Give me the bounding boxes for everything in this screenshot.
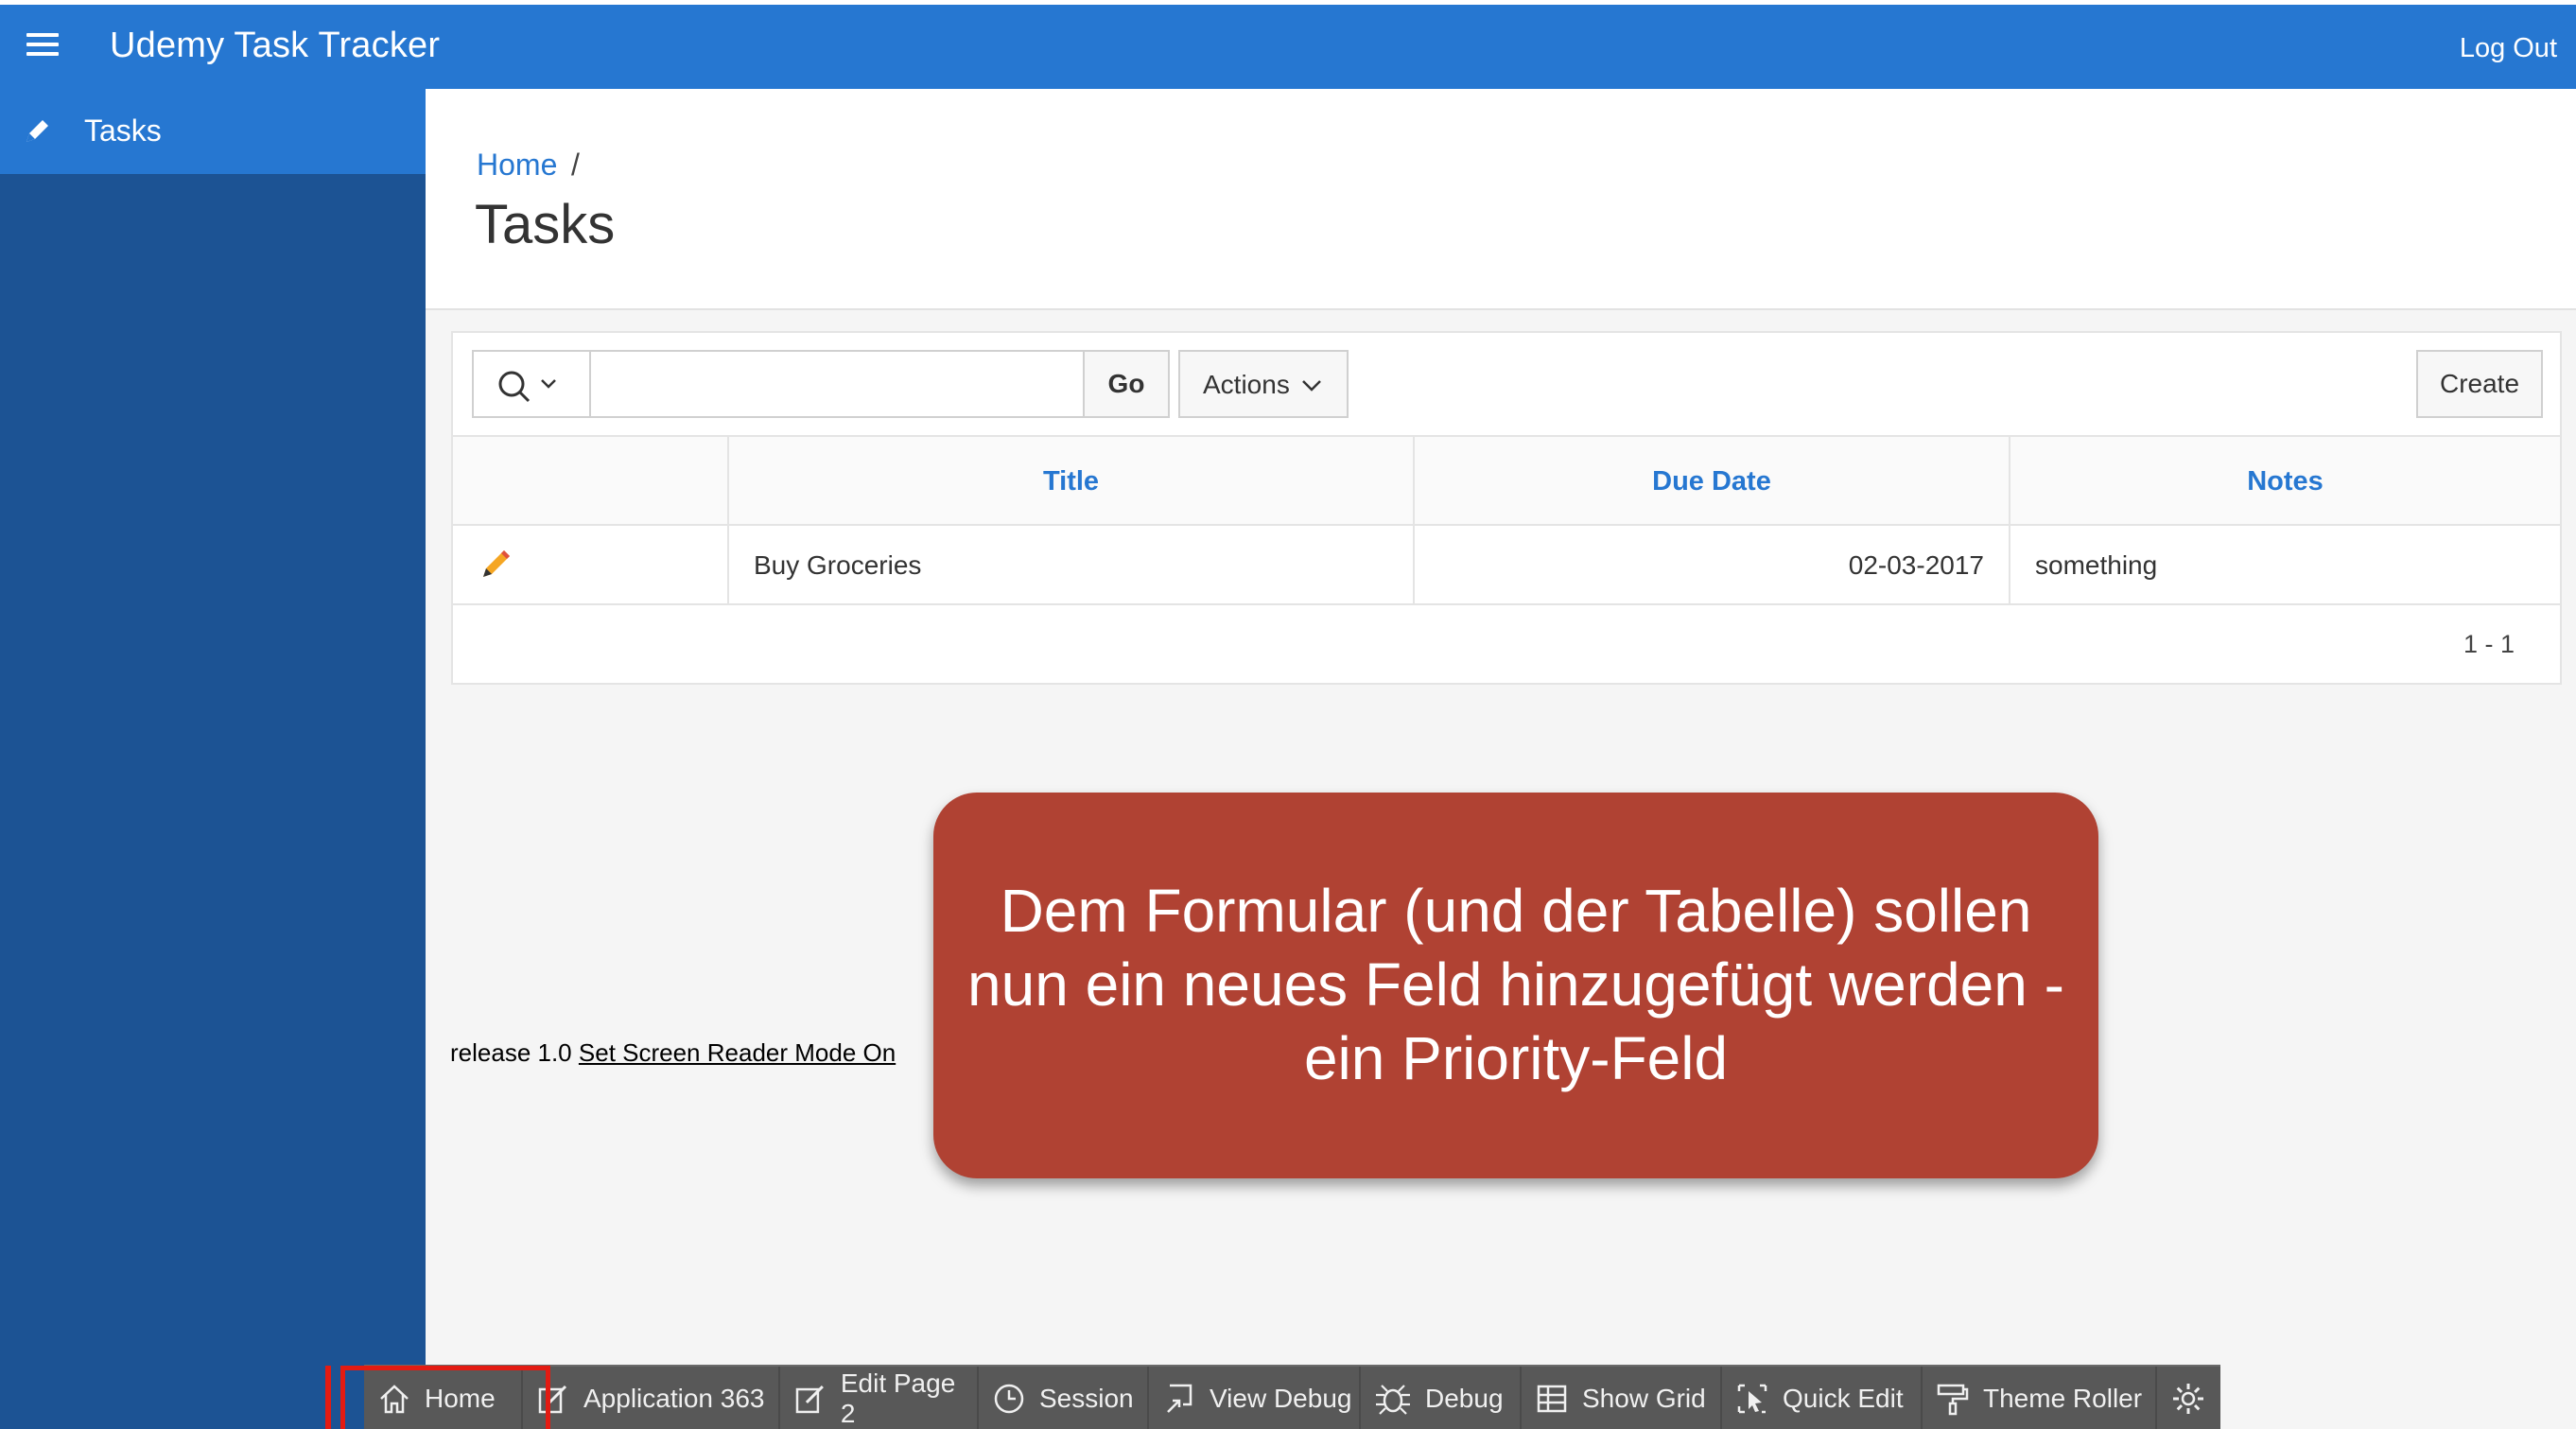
clock-icon (994, 1384, 1024, 1414)
grid-icon (1537, 1385, 1567, 1413)
column-header-due-date[interactable]: Due Date (1413, 437, 2009, 526)
app-header: Udemy Task Tracker Log Out (0, 0, 2576, 89)
pencil-icon (26, 120, 48, 142)
devbar-label: Theme Roller (1983, 1384, 2143, 1413)
devbar-quick-edit[interactable]: Quick Edit (1722, 1367, 1923, 1429)
devbar-settings[interactable] (2157, 1367, 2220, 1429)
devbar-edit-page[interactable]: Edit Page 2 (780, 1367, 979, 1429)
app-title[interactable]: Udemy Task Tracker (110, 26, 440, 66)
chevron-down-icon (1302, 380, 1321, 392)
paint-roller-icon (1937, 1384, 1969, 1416)
breadcrumb-separator: / (571, 148, 580, 182)
search-input[interactable] (589, 350, 1085, 418)
devbar-label: Debug (1425, 1384, 1504, 1413)
callout-line: nun ein neues Feld hinzugefügt werden - (967, 950, 2064, 1019)
gear-icon (2173, 1384, 2203, 1414)
devbar-show-grid[interactable]: Show Grid (1522, 1367, 1722, 1429)
annotation-highlight-bar (325, 1366, 331, 1429)
page-title: Tasks (475, 194, 616, 255)
edit-cell (453, 526, 727, 605)
search-column-button[interactable] (472, 350, 589, 418)
release-text: release 1.0 (450, 1038, 572, 1067)
pagination-info: 1 - 1 (2463, 630, 2515, 658)
devbar-session[interactable]: Session (979, 1367, 1149, 1429)
sidebar: Tasks (0, 89, 426, 1429)
table-header: Title Due Date Notes (453, 437, 2560, 526)
devbar-debug[interactable]: Debug (1361, 1367, 1522, 1429)
page-header: Home / Tasks (426, 89, 2576, 310)
search-icon (498, 371, 556, 403)
devbar-label: View Debug (1210, 1384, 1352, 1413)
create-button[interactable]: Create (2416, 350, 2543, 418)
callout-line: ein Priority-Feld (1303, 1024, 1729, 1092)
devbar-view-debug[interactable]: View Debug (1149, 1367, 1361, 1429)
devbar-label: Quick Edit (1783, 1384, 1904, 1413)
column-header-title[interactable]: Title (727, 437, 1413, 526)
devbar-theme-roller[interactable]: Theme Roller (1923, 1367, 2157, 1429)
devbar-label: Session (1039, 1384, 1134, 1413)
report-toolbar: Go Actions Create (453, 333, 2560, 437)
table-row: Buy Groceries 02-03-2017 something (453, 526, 2560, 605)
devbar-label: Application 363 (583, 1384, 765, 1413)
hamburger-menu-icon[interactable] (26, 33, 59, 60)
callout-line: Dem Formular (und der Tabelle) sollen (1000, 877, 2032, 945)
devbar-label: Edit Page 2 (840, 1368, 956, 1428)
annotation-highlight-box (340, 1366, 550, 1429)
breadcrumb-home[interactable]: Home (477, 148, 557, 183)
edit-column-header (453, 437, 727, 526)
actions-button[interactable]: Actions (1178, 350, 1349, 418)
bug-icon (1376, 1385, 1410, 1415)
view-debug-icon (1167, 1384, 1192, 1413)
go-button[interactable]: Go (1085, 350, 1170, 418)
cell-notes: something (2009, 526, 2560, 605)
sidebar-item-label: Tasks (84, 113, 162, 148)
annotation-callout: Dem Formular (und der Tabelle) sollen nu… (933, 793, 2098, 1178)
cell-title: Buy Groceries (727, 526, 1413, 605)
cell-due-date: 02-03-2017 (1413, 526, 2009, 605)
release-footer: release 1.0 Set Screen Reader Mode On (450, 1038, 896, 1068)
logout-link[interactable]: Log Out (2460, 33, 2557, 64)
quick-edit-icon (1737, 1384, 1767, 1414)
developer-toolbar: Home Application 363 Edit Page 2 Session… (364, 1365, 2220, 1429)
edit-pencil-icon[interactable] (478, 545, 515, 583)
devbar-label: Show Grid (1582, 1384, 1706, 1413)
column-header-notes[interactable]: Notes (2009, 437, 2560, 526)
actions-label: Actions (1203, 370, 1290, 399)
screen-reader-link[interactable]: Set Screen Reader Mode On (579, 1038, 896, 1067)
devbar-application[interactable]: Application 363 (523, 1367, 780, 1429)
tasks-report: Go Actions Create Title Due Date Notes B… (451, 331, 2562, 685)
sidebar-item-tasks[interactable]: Tasks (0, 89, 426, 174)
edit-page-icon (795, 1385, 824, 1414)
